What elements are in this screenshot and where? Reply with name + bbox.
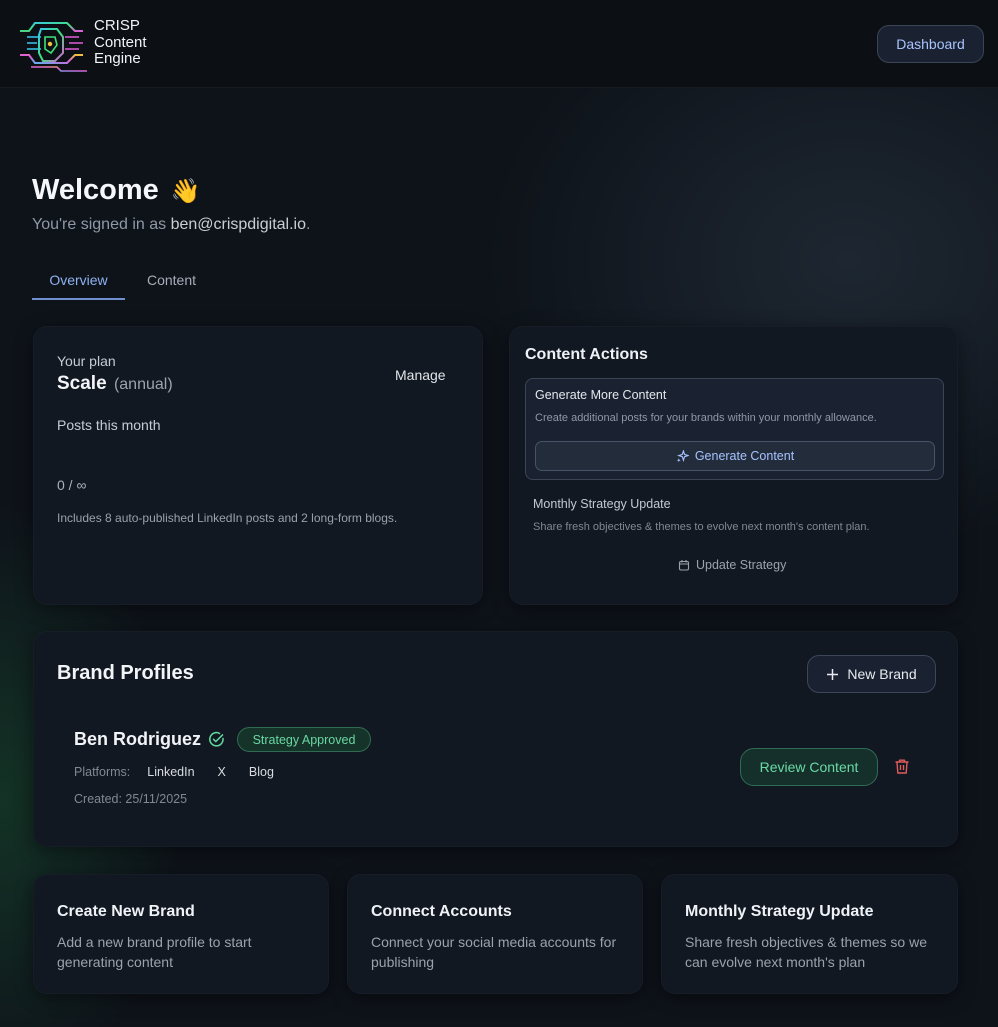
generate-content-label: Generate Content <box>694 449 795 463</box>
logo-line: Engine <box>94 50 141 67</box>
plan-card: Your plan Scale (annual) Manage Posts th… <box>33 326 483 605</box>
plan-period: (annual) <box>113 376 173 393</box>
brand-profiles-title: Brand Profiles <box>57 662 194 684</box>
tab-bar: Overview Content <box>32 262 218 300</box>
user-email: ben@crispdigital.io <box>170 216 306 233</box>
brand-platforms: Platforms: LinkedIn X Blog <box>74 765 297 779</box>
signed-in-text: You're signed in as ben@crispdigital.io. <box>32 216 310 234</box>
update-strategy-button[interactable]: Update Strategy <box>678 556 786 574</box>
content-actions-title: Content Actions <box>525 346 648 363</box>
card-title: Create New Brand <box>57 903 195 920</box>
card-title: Monthly Strategy Update <box>685 903 874 920</box>
update-strategy-label: Update Strategy <box>696 558 787 572</box>
generate-content-button[interactable]: Generate Content <box>535 441 935 471</box>
brand-profiles-card: Brand Profiles New Brand Ben Rodriguez S… <box>33 631 958 847</box>
logo-icon <box>20 22 87 72</box>
generate-title: Generate More Content <box>535 388 667 402</box>
plan-includes: Includes 8 auto-published LinkedIn posts… <box>57 511 398 525</box>
plan-tier: Scale <box>57 373 107 394</box>
platform-x: X <box>217 765 226 779</box>
brand-created-date: Created: 25/11/2025 <box>74 792 188 806</box>
trash-icon[interactable] <box>894 758 910 775</box>
calendar-icon <box>678 560 690 571</box>
new-brand-label: New Brand <box>847 666 917 682</box>
posts-label: Posts this month <box>57 417 161 433</box>
card-description: Share fresh objectives & themes so we ca… <box>685 934 928 970</box>
monthly-strategy-card[interactable]: Monthly Strategy Update Share fresh obje… <box>661 874 958 994</box>
new-brand-button[interactable]: New Brand <box>807 655 936 693</box>
card-description: Connect your social media accounts for p… <box>371 934 617 970</box>
plan-name: Scale (annual) <box>57 373 173 395</box>
review-content-button[interactable]: Review Content <box>740 748 878 786</box>
plan-label: Your plan <box>57 353 116 369</box>
signed-suffix: . <box>305 216 311 233</box>
connect-accounts-card[interactable]: Connect Accounts Connect your social med… <box>347 874 643 994</box>
card-title: Connect Accounts <box>371 903 512 920</box>
top-bar: CRISP Content Engine Dashboard <box>0 0 998 88</box>
platform-blog: Blog <box>248 765 274 779</box>
welcome-text: Welcome <box>32 174 159 206</box>
logo-line: Content <box>94 33 147 51</box>
logo-line: CRISP <box>94 17 140 34</box>
tab-content[interactable]: Content <box>125 262 218 300</box>
logo-text: CRISP Content Engine <box>94 17 147 68</box>
dashboard-button[interactable]: Dashboard <box>877 25 984 63</box>
logo[interactable]: CRISP Content Engine <box>17 15 157 73</box>
tab-overview[interactable]: Overview <box>32 262 125 300</box>
wave-icon: 👋 <box>170 177 201 205</box>
manage-plan-button[interactable]: Manage <box>395 367 446 383</box>
plus-icon <box>827 668 839 680</box>
posts-count: 0 / ∞ <box>57 477 87 493</box>
platform-linkedin: LinkedIn <box>147 765 195 779</box>
strategy-title: Monthly Strategy Update <box>533 497 671 511</box>
signed-prefix: You're signed in as <box>32 216 171 233</box>
create-brand-card[interactable]: Create New Brand Add a new brand profile… <box>33 874 329 994</box>
check-circle-icon <box>209 731 224 747</box>
status-badge: Strategy Approved <box>237 727 371 752</box>
sparkles-icon <box>676 449 689 462</box>
generate-description: Create additional posts for your brands … <box>535 412 877 424</box>
brand-name[interactable]: Ben Rodriguez <box>74 729 201 750</box>
content-actions-card: Content Actions Generate More Content Cr… <box>509 326 958 605</box>
page-title: Welcome 👋 <box>32 174 201 207</box>
card-description: Add a new brand profile to start generat… <box>57 934 252 970</box>
generate-content-panel: Generate More Content Create additional … <box>525 378 944 480</box>
strategy-description: Share fresh objectives & themes to evolv… <box>533 521 870 533</box>
platforms-label: Platforms: <box>74 765 131 779</box>
